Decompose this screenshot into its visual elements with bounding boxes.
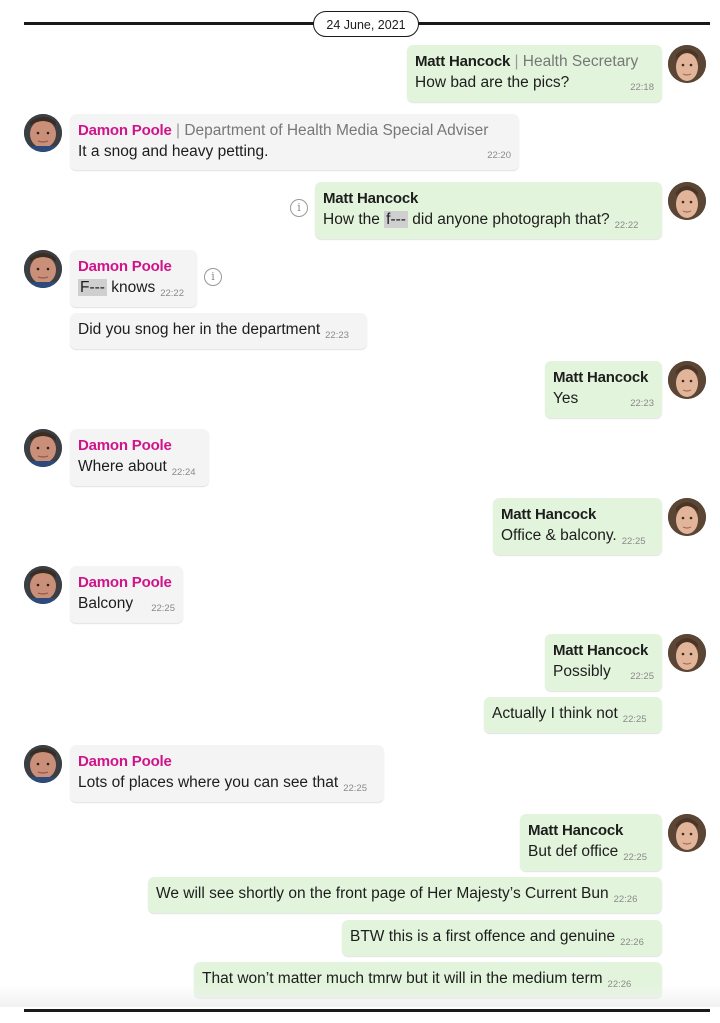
message-bubble: Matt Hancock Possibly 22:25 [545,634,662,691]
sender-name: Damon Poole [78,753,172,770]
sender-name: Damon Poole [78,258,172,275]
sender-name: Matt Hancock [501,506,597,523]
message-bubble: Actually I think not 22:25 [484,697,662,733]
message-text: How the f--- did anyone photograph that?… [323,211,639,231]
damon-avatar [24,250,62,288]
message-text: Did you snog her in the department 22:23 [78,321,349,341]
sender-name: Damon Poole [78,437,172,454]
message-text: But def office 22:25 [528,843,647,863]
sender-name: Damon Poole [78,122,172,139]
message-bubble: We will see shortly on the front page of… [148,877,662,913]
info-icon[interactable]: i [290,199,308,217]
sender-role: Health Secretary [514,53,638,70]
timestamp: 22:25 [630,671,654,682]
message-text: Office & balcony. 22:25 [501,527,646,547]
timestamp: 22:25 [621,536,646,547]
matt-avatar [668,634,706,672]
bottom-fade [0,985,720,1007]
timestamp: 22:18 [630,82,654,93]
timestamp: 22:25 [343,783,367,794]
matt-avatar [668,361,706,399]
message-bubble: Matt Hancock How the f--- did anyone pho… [315,182,662,239]
message-text: It a snog and heavy petting. [78,143,269,160]
message-bubble: Damon Poole Where about 22:24 [70,429,209,486]
message-text: F--- knows 22:22 [78,279,184,299]
timestamp: 22:25 [151,603,175,614]
message-text: Actually I think not 22:25 [492,705,647,725]
message-bubble: Did you snog her in the department 22:23 [70,313,367,349]
sender-name: Matt Hancock [528,822,624,839]
message-text: We will see shortly on the front page of… [156,885,638,905]
damon-avatar [24,566,62,604]
sender-name: Matt Hancock [553,642,649,659]
timestamp: 22:24 [171,467,196,478]
censored-word: f--- [384,211,408,228]
message-bubble: Matt Hancock Health Secretary How bad ar… [407,45,662,102]
message-bubble: Damon Poole F--- knows 22:22 [70,250,197,307]
message-bubble: Matt Hancock Office & balcony. 22:25 [493,498,662,555]
message-bubble: Matt Hancock Yes 22:23 [545,361,662,418]
info-icon[interactable]: i [204,268,222,286]
matt-avatar [668,45,706,83]
message-bubble: Matt Hancock But def office 22:25 [520,814,662,871]
timestamp: 22:26 [613,894,638,905]
damon-avatar [24,429,62,467]
timestamp: 22:23 [325,330,349,341]
damon-avatar [24,745,62,783]
matt-avatar [668,182,706,220]
message-bubble: Damon Poole Lots of places where you can… [70,745,384,802]
timestamp: 22:20 [487,150,511,161]
timestamp: 22:25 [623,852,647,863]
timestamp: 22:25 [622,714,647,725]
matt-avatar [668,814,706,852]
sender-role: Department of Health Media Special Advis… [176,122,488,139]
sender-name: Matt Hancock [553,369,649,386]
timestamp: 22:26 [620,937,644,948]
bottom-rule [24,1009,710,1012]
message-text: Lots of places where you can see that 22:… [78,774,367,794]
matt-avatar [668,498,706,536]
sender-name: Matt Hancock [415,53,511,70]
message-text: Where about 22:24 [78,458,196,478]
timestamp: 22:22 [614,220,639,231]
message-text: How bad are the pics? [415,74,570,91]
damon-avatar [24,114,62,152]
timestamp: 22:22 [160,288,184,299]
date-separator: 24 June, 2021 [313,11,419,37]
message-bubble: Damon Poole Balcony 22:25 [70,566,183,623]
censored-word: F--- [78,279,107,296]
message-bubble: Damon Poole Department of Health Media S… [70,114,519,170]
message-bubble: BTW this is a first offence and genuine 2… [342,920,662,956]
sender-name: Matt Hancock [323,190,419,207]
timestamp: 22:23 [630,398,654,409]
message-text: BTW this is a first offence and genuine 2… [350,928,644,948]
sender-name: Damon Poole [78,574,172,591]
